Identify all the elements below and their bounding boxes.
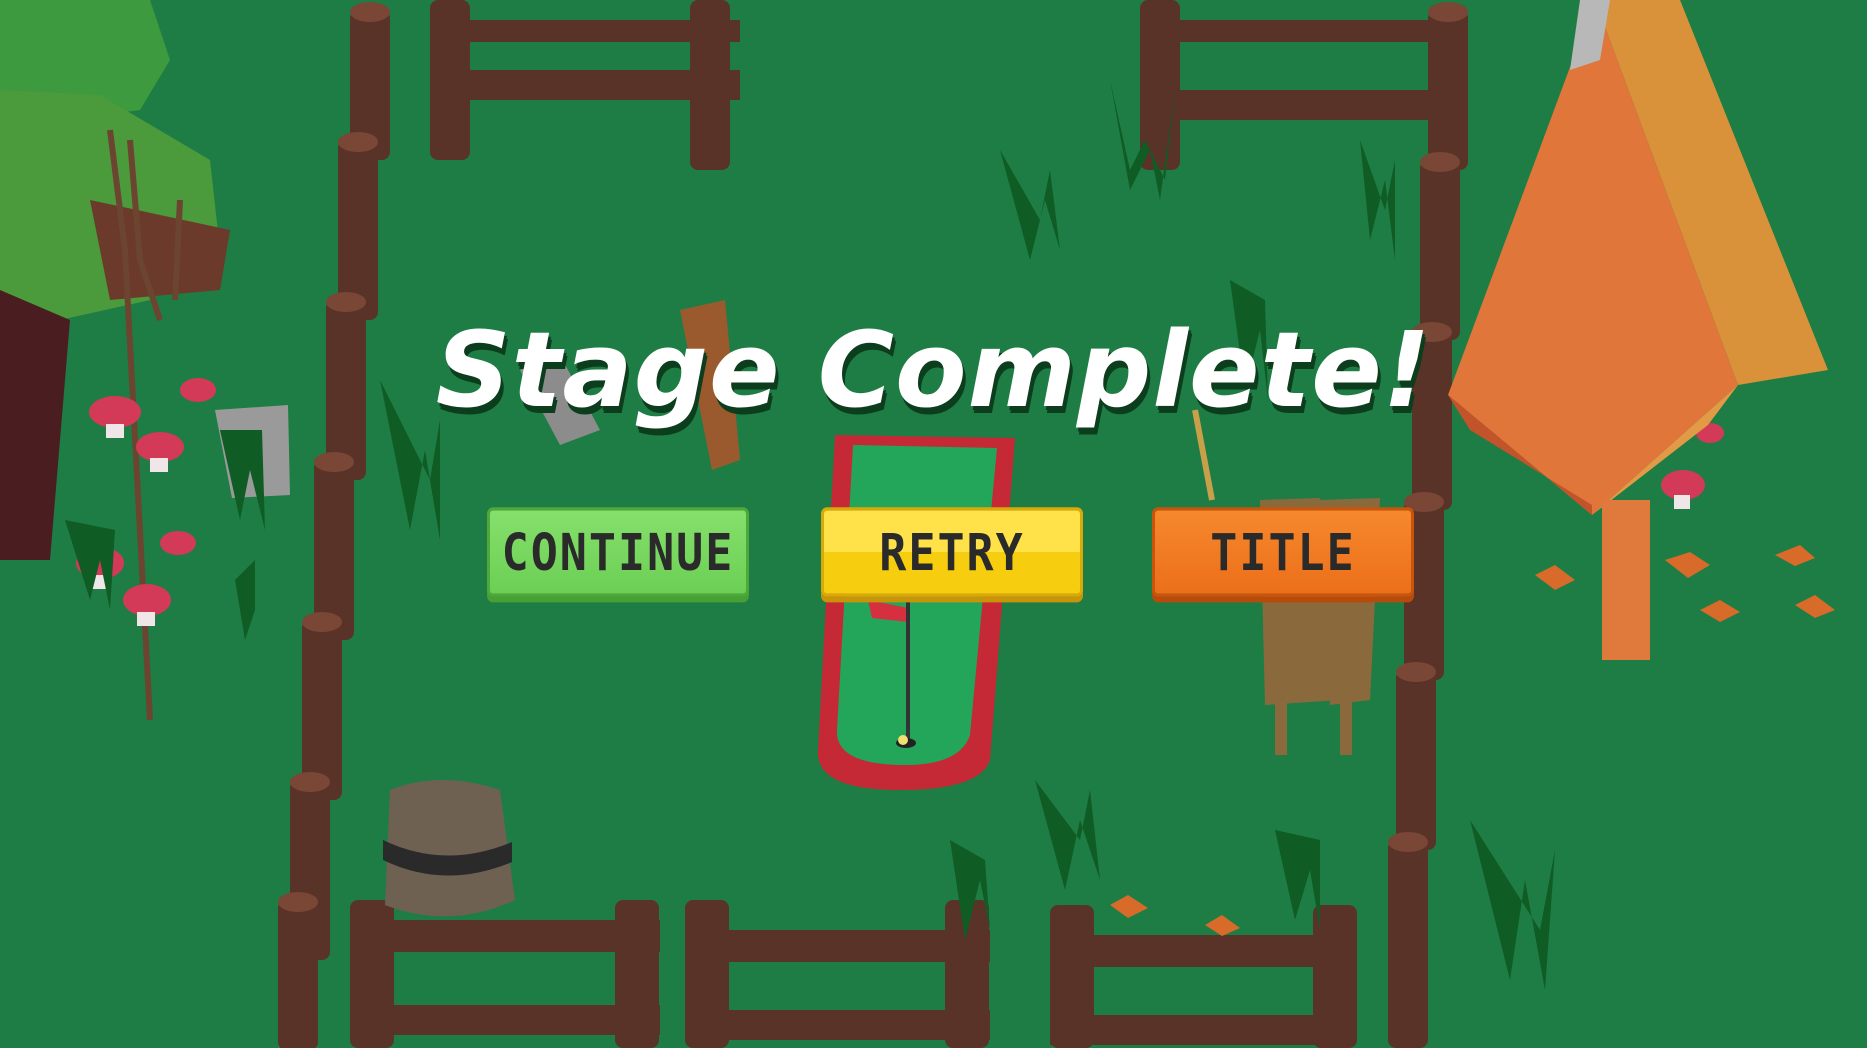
putting-green-icon bbox=[817, 435, 1015, 790]
retry-button[interactable]: RETRY bbox=[821, 507, 1083, 597]
title-button[interactable]: TITLE bbox=[1152, 507, 1414, 597]
barrel-icon bbox=[383, 780, 515, 917]
continue-button[interactable]: CONTINUE bbox=[487, 507, 749, 597]
stage-complete-heading: Stage Complete! bbox=[435, 309, 1432, 431]
